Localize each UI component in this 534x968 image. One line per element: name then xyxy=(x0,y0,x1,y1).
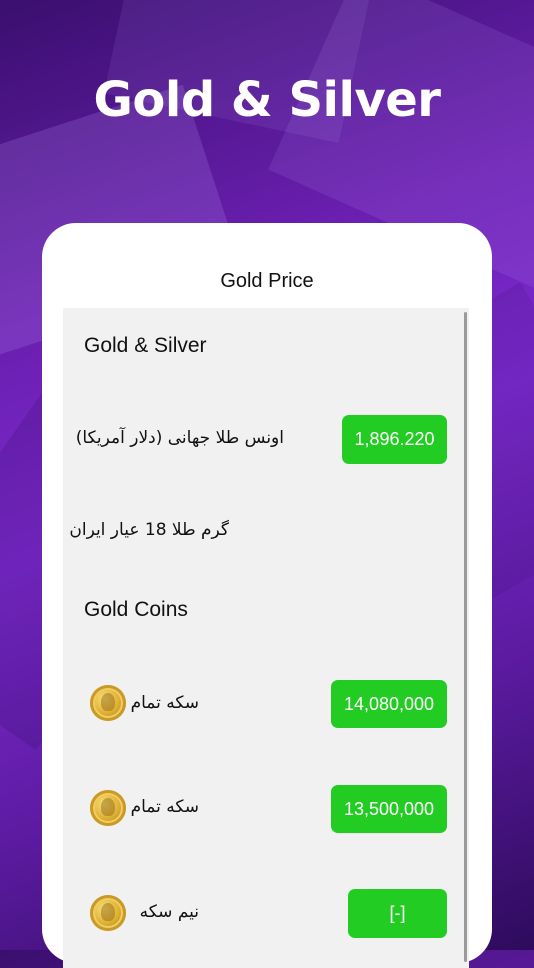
price-badge-coin-half[interactable]: [-] xyxy=(348,889,447,938)
row-label-coin-half: نیم سکه xyxy=(139,902,199,922)
promo-headline: Gold & Silver xyxy=(93,72,441,128)
gold-coin-icon xyxy=(90,895,126,931)
row-label-gram-18k: گرم طلا 18 عیار ایران xyxy=(69,520,229,540)
gold-coin-icon xyxy=(90,790,126,826)
price-list[interactable]: Gold & Silver اونس طلا جهانی (دلار آمریک… xyxy=(63,308,469,968)
phone-screen: Gold Price Gold & Silver اونس طلا جهانی … xyxy=(42,223,492,968)
price-badge-ounce[interactable]: 1,896.220 xyxy=(342,415,447,464)
gold-coin-icon xyxy=(90,685,126,721)
price-badge-coin-full-2[interactable]: 13,500,000 xyxy=(331,785,447,833)
section-title-gold-silver: Gold & Silver xyxy=(84,334,207,357)
row-label-ounce: اونس طلا جهانی (دلار آمریکا) xyxy=(75,428,284,448)
section-title-gold-coins: Gold Coins xyxy=(84,598,188,621)
scrollbar[interactable] xyxy=(464,312,467,962)
price-badge-coin-full-1[interactable]: 14,080,000 xyxy=(331,680,447,728)
app-title: Gold Price xyxy=(220,270,314,292)
row-label-coin-full-2: سکه تمام xyxy=(130,797,199,817)
row-label-coin-full-1: سکه تمام xyxy=(130,693,199,713)
